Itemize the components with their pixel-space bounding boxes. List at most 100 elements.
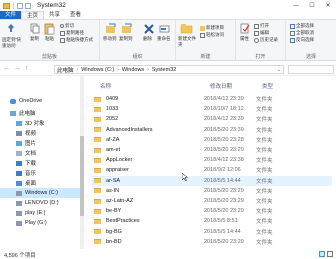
- nav-item-3d-objects[interactable]: 3D 对象: [0, 118, 80, 128]
- nav-item-desktop[interactable]: 桌面: [0, 178, 80, 188]
- easy-access-label: 轻松访问: [206, 32, 224, 37]
- nav-item-pictures[interactable]: 图片: [0, 138, 80, 148]
- select-group-label: 选择: [305, 54, 316, 60]
- select-none-button[interactable]: 全部取消: [290, 30, 314, 36]
- table-row[interactable]: ar-SA 2018/5/5 14:44 文件夹: [92, 175, 332, 186]
- rename-button[interactable]: 重命名: [157, 36, 171, 42]
- music-icon: [16, 170, 22, 176]
- cloud-icon: [10, 98, 16, 104]
- file-type: 文件夹: [256, 199, 273, 205]
- table-row[interactable]: az-Latn-AZ 2018/5/20 23:29 文件夹: [92, 196, 332, 206]
- copy-to-button[interactable]: 复制到: [119, 36, 133, 42]
- address-bar[interactable]: 此电脑 › Windows (C:) › Windows › System32 …: [54, 65, 284, 74]
- copy-button[interactable]: 复制: [30, 36, 39, 42]
- nav-item-music[interactable]: 音乐: [0, 168, 80, 178]
- select-all-button[interactable]: 全部选择: [290, 23, 314, 29]
- new-item-button[interactable]: 新建项目: [200, 25, 224, 31]
- table-row[interactable]: appraiser 2018/9/2 12:06 文件夹: [92, 165, 332, 175]
- history-button[interactable]: 历史记录: [254, 37, 278, 43]
- close-button[interactable]: ✕: [320, 0, 336, 11]
- file-name: bn-BD: [106, 238, 122, 245]
- table-row[interactable]: am-et 2018/5/20 23:29 文件夹: [92, 145, 332, 155]
- nav-item-documents[interactable]: 文档: [0, 148, 80, 158]
- breadcrumb-drive-c[interactable]: Windows (C:): [81, 67, 114, 73]
- file-name: appraiser: [106, 167, 129, 174]
- breadcrumb-system32[interactable]: System32: [152, 67, 176, 73]
- new-item-icon: [200, 25, 205, 31]
- table-row[interactable]: 0409 2018/4/12 23:39 文件夹: [92, 94, 332, 104]
- file-type: 文件夹: [256, 229, 273, 236]
- column-header-name[interactable]: 名称: [100, 82, 111, 90]
- tab-view[interactable]: 查看: [65, 11, 86, 19]
- properties-quick-icon[interactable]: [17, 2, 23, 9]
- table-row[interactable]: be-BY 2018/5/20 23:29 文件夹: [92, 206, 332, 216]
- ribbon: 固定到'快速访问' 复制 粘贴 剪切 复制路径 粘贴快捷方式 剪贴板 移动到 复…: [0, 20, 336, 61]
- pin-button[interactable]: 固定到'快速访问': [2, 37, 24, 49]
- nav-item-lenovo-d[interactable]: LENOVO (D:): [0, 198, 80, 208]
- chevron-down-icon[interactable]: ⌄: [277, 67, 281, 73]
- up-button[interactable]: ↑: [25, 65, 29, 72]
- table-row[interactable]: af-ZA 2018/5/20 23:28 文件夹: [92, 135, 332, 145]
- tab-file[interactable]: 文件: [0, 11, 22, 19]
- cut-button[interactable]: 剪切: [60, 23, 74, 29]
- nav-item-this-pc[interactable]: 此电脑: [0, 108, 80, 118]
- details-view-icon[interactable]: [319, 251, 325, 257]
- history-label: 历史记录: [260, 37, 278, 42]
- folder-icon: [94, 178, 101, 184]
- breadcrumb-separator[interactable]: ›: [117, 67, 119, 73]
- invert-selection-button[interactable]: 反向选择: [290, 37, 314, 43]
- copy-path-button[interactable]: 复制路径: [60, 30, 84, 36]
- nav-item-label: Play (G:): [25, 220, 47, 226]
- table-row[interactable]: BestPractices 2018/5/5 8:51 文件夹: [92, 216, 332, 226]
- delete-button[interactable]: 删除: [143, 36, 152, 42]
- table-row[interactable]: 1033 2018/10/7 18:12 文件夹: [92, 104, 332, 114]
- tab-share[interactable]: 共享: [44, 11, 65, 19]
- open-button[interactable]: 打开: [254, 23, 269, 29]
- column-header-type[interactable]: 类型: [262, 82, 273, 90]
- nav-item-downloads[interactable]: 下载: [0, 158, 80, 168]
- nav-item-windows-c[interactable]: Windows (C:): [0, 188, 80, 198]
- select-all-label: 全部选择: [296, 23, 314, 28]
- select-all-icon: [290, 23, 295, 29]
- table-row[interactable]: bg-BG 2018/5/5 14:44 文件夹: [92, 227, 332, 237]
- new-folder-button[interactable]: 新建文件夹: [178, 36, 196, 48]
- paste-button[interactable]: 粘贴: [45, 36, 54, 42]
- edit-button[interactable]: 编辑: [254, 30, 269, 36]
- nav-item-videos[interactable]: 视频: [0, 128, 80, 138]
- new-folder-quick-icon[interactable]: [25, 2, 31, 9]
- folder-icon: [94, 208, 101, 214]
- file-name: az-Latn-AZ: [106, 198, 134, 204]
- tab-home[interactable]: 主页: [21, 11, 45, 19]
- minimize-button[interactable]: —: [288, 0, 304, 11]
- large-icons-view-icon[interactable]: [327, 251, 333, 257]
- file-date: 2018/5/20 23:39: [204, 126, 244, 133]
- maximize-button[interactable]: ☐: [304, 0, 320, 11]
- breadcrumb-separator[interactable]: ›: [147, 67, 149, 73]
- ribbon-tabs: 文件 主页 共享 查看: [0, 11, 336, 20]
- table-row[interactable]: AdvancedInstallers 2018/5/20 23:39 文件夹: [92, 125, 332, 135]
- search-input[interactable]: [288, 65, 334, 74]
- breadcrumb-windows[interactable]: Windows: [122, 67, 144, 73]
- nav-item-play-g[interactable]: Play (G:): [0, 218, 80, 228]
- file-name: 2052: [106, 116, 119, 123]
- nav-scrollbar[interactable]: [80, 76, 84, 249]
- table-row[interactable]: bn-BD 2018/5/20 23:29 文件夹: [92, 237, 332, 247]
- easy-access-icon: [200, 32, 205, 38]
- move-to-button[interactable]: 移动到: [103, 36, 117, 42]
- properties-button[interactable]: 属性: [240, 36, 249, 42]
- easy-access-button[interactable]: 轻松访问: [200, 32, 224, 38]
- breadcrumb-this-pc[interactable]: 此电脑: [57, 66, 74, 74]
- paste-shortcut-button[interactable]: 粘贴快捷方式: [60, 37, 93, 43]
- nav-item-onedrive[interactable]: OneDrive: [0, 96, 80, 106]
- nav-item-play-e[interactable]: play (E:): [0, 208, 80, 218]
- table-row[interactable]: AppLocker 2018/4/12 23:38 文件夹: [92, 155, 332, 165]
- table-row[interactable]: as-IN 2018/5/20 23:29 文件夹: [92, 186, 332, 196]
- nav-scrollbar-thumb[interactable]: [80, 136, 84, 216]
- nav-item-label: OneDrive: [19, 98, 43, 104]
- table-row[interactable]: 2052 2018/4/12 23:39 文件夹: [92, 114, 332, 124]
- column-header-date[interactable]: 修改日期: [210, 82, 232, 90]
- file-name: am-et: [106, 147, 121, 153]
- back-button[interactable]: ←: [3, 65, 10, 72]
- breadcrumb-separator[interactable]: ›: [77, 67, 79, 73]
- forward-button[interactable]: →: [14, 65, 21, 72]
